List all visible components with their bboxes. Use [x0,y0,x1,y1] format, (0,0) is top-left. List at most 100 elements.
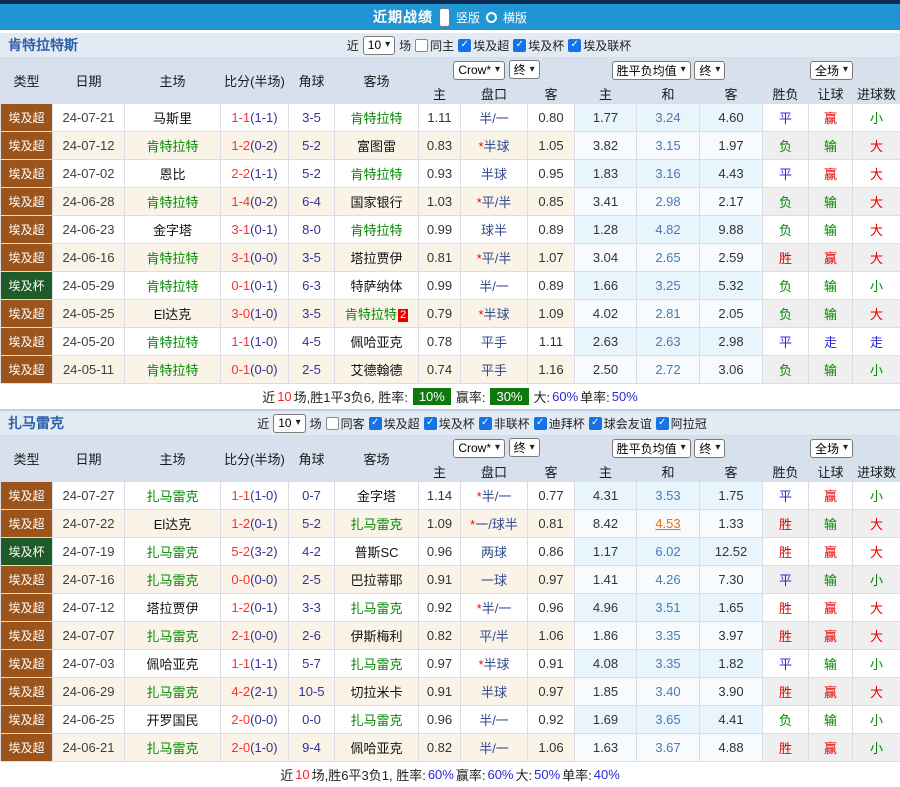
summary-segment: 10 [277,389,291,404]
handicap-text: 球半 [481,223,507,238]
match-count-select[interactable]: 10▾ [273,414,305,433]
same-away-checkbox[interactable]: 同客 [326,415,365,432]
summary-segment: 近 [280,765,293,784]
handicap-result-cell: 输 [809,566,853,594]
score-cell: 1-1(1-1) [221,104,289,132]
competition-label: 非联杯 [494,415,530,432]
corner-cell: 0-7 [289,482,335,510]
handicap-result-cell: 赢 [809,678,853,706]
avg-draw-cell[interactable]: 4.53 [637,510,700,538]
odds-final-select[interactable]: 终▾ [509,438,540,457]
fulltime-score: 1-2 [231,600,250,615]
handicap-cell: *平/半 [461,188,528,216]
fulltime-score: 4-2 [231,684,250,699]
handicap-result-cell: 走 [809,328,853,356]
bookmaker-select[interactable]: Crow*▾ [453,61,505,80]
near-label: 近 [347,37,359,54]
competition-checkbox[interactable]: ✓迪拜杯 [534,415,585,432]
avg-home-cell: 4.31 [575,482,637,510]
home-team-cell: 肯特拉特 [125,272,221,300]
avg-draw-cell: 2.63 [637,328,700,356]
competition-checkbox[interactable]: ✓埃及超 [369,415,420,432]
handicap-result-cell: 赢 [809,594,853,622]
result-cell: 平 [763,650,809,678]
layout-horizontal-label[interactable]: 横版 [503,9,527,26]
scope-select[interactable]: 全场▾ [810,61,853,80]
score-cell: 3-1(0-0) [221,244,289,272]
match-date-cell: 24-06-25 [53,706,125,734]
away-team-cell: 伊斯梅利 [335,622,419,650]
halftime-score: (0-0) [250,572,277,587]
score-cell: 1-1(1-0) [221,328,289,356]
bookmaker-select[interactable]: Crow*▾ [453,439,505,458]
match-count-select[interactable]: 10▾ [363,36,395,55]
away-odds-cell: 0.89 [528,272,575,300]
competition-checkbox[interactable]: ✓球会友谊 [589,415,652,432]
layout-radio-vertical[interactable] [439,8,450,27]
avg-away-cell: 1.65 [700,594,763,622]
matches-label: 场 [399,37,411,54]
competition-checkbox[interactable]: ✓埃及杯 [424,415,475,432]
corner-cell: 2-5 [289,566,335,594]
subcol-goals: 进球数 [853,83,900,104]
avg-home-cell: 1.85 [575,678,637,706]
handicap-result-cell: 赢 [809,622,853,650]
avg-select[interactable]: 胜平负均值▾ [612,61,691,80]
match-type-cell: 埃及杯 [1,272,53,300]
avg-away-cell: 4.60 [700,104,763,132]
away-team-cell: 佩哈亚克 [335,328,419,356]
corner-cell: 2-5 [289,356,335,384]
competition-checkbox[interactable]: ✓非联杯 [479,415,530,432]
halftime-score: (1-1) [250,110,277,125]
result-cell: 平 [763,160,809,188]
avg-final-select[interactable]: 终▾ [694,61,725,80]
team-section: 肯特拉特斯 近 10▾ 场 同主 ✓埃及超✓埃及杯✓埃及联杯 类型 日期 主场 … [0,33,900,409]
handicap-cell: 半/一 [461,706,528,734]
fulltime-score: 2-0 [231,712,250,727]
score-cell: 1-2(0-1) [221,594,289,622]
checkbox-icon [326,417,339,430]
avg-draw-cell: 4.26 [637,566,700,594]
goals-result-cell: 小 [853,566,900,594]
home-team-cell: 扎马雷克 [125,678,221,706]
handicap-cell: 平手 [461,356,528,384]
halftime-score: (0-1) [250,222,277,237]
competition-label: 球会友谊 [604,415,652,432]
handicap-cell: 半/一 [461,272,528,300]
away-team-cell: 金字塔 [335,482,419,510]
avg-select[interactable]: 胜平负均值▾ [612,439,691,458]
subcol-away-odds: 客 [528,461,575,482]
halftime-score: (1-1) [250,656,277,671]
competition-checkbox[interactable]: ✓阿拉冠 [656,415,707,432]
goals-result-cell: 大 [853,300,900,328]
same-home-checkbox[interactable]: 同主 [415,37,454,54]
odds-final-select[interactable]: 终▾ [509,60,540,79]
home-odds-cell: 1.09 [419,510,461,538]
competition-checkbox[interactable]: ✓埃及杯 [513,37,564,54]
summary-segment: 单率: [580,387,610,406]
competition-checkbox[interactable]: ✓埃及联杯 [568,37,631,54]
away-team-cell: 艾德翰德 [335,356,419,384]
checkbox-icon: ✓ [369,417,382,430]
layout-radio-horizontal[interactable] [486,12,497,23]
away-team-cell: 扎马雷克 [335,650,419,678]
match-type-cell: 埃及超 [1,706,53,734]
home-team-cell: 肯特拉特 [125,328,221,356]
scope-select[interactable]: 全场▾ [810,439,853,458]
home-odds-cell: 0.91 [419,566,461,594]
handicap-result-cell: 输 [809,510,853,538]
handicap-cell: *半球 [461,300,528,328]
away-team-cell: 扎马雷克 [335,510,419,538]
layout-vertical-label[interactable]: 竖版 [456,9,480,26]
result-cell: 平 [763,328,809,356]
fulltime-score: 0-1 [231,278,250,293]
results-table: 类型 日期 主场 比分(半场) 角球 客场 Crow*▾ 终▾ 胜平负均值▾ 终… [0,57,900,384]
avg-final-select[interactable]: 终▾ [694,439,725,458]
subcol-avg-home: 主 [575,83,637,104]
avg-away-cell: 3.97 [700,622,763,650]
summary-segment: 单率: [562,765,592,784]
result-cell: 平 [763,566,809,594]
competition-checkbox[interactable]: ✓埃及超 [458,37,509,54]
table-row: 埃及超24-05-25El达克3-0(1-0)3-5肯特拉特20.79*半球1.… [1,300,900,328]
match-type-cell: 埃及超 [1,594,53,622]
